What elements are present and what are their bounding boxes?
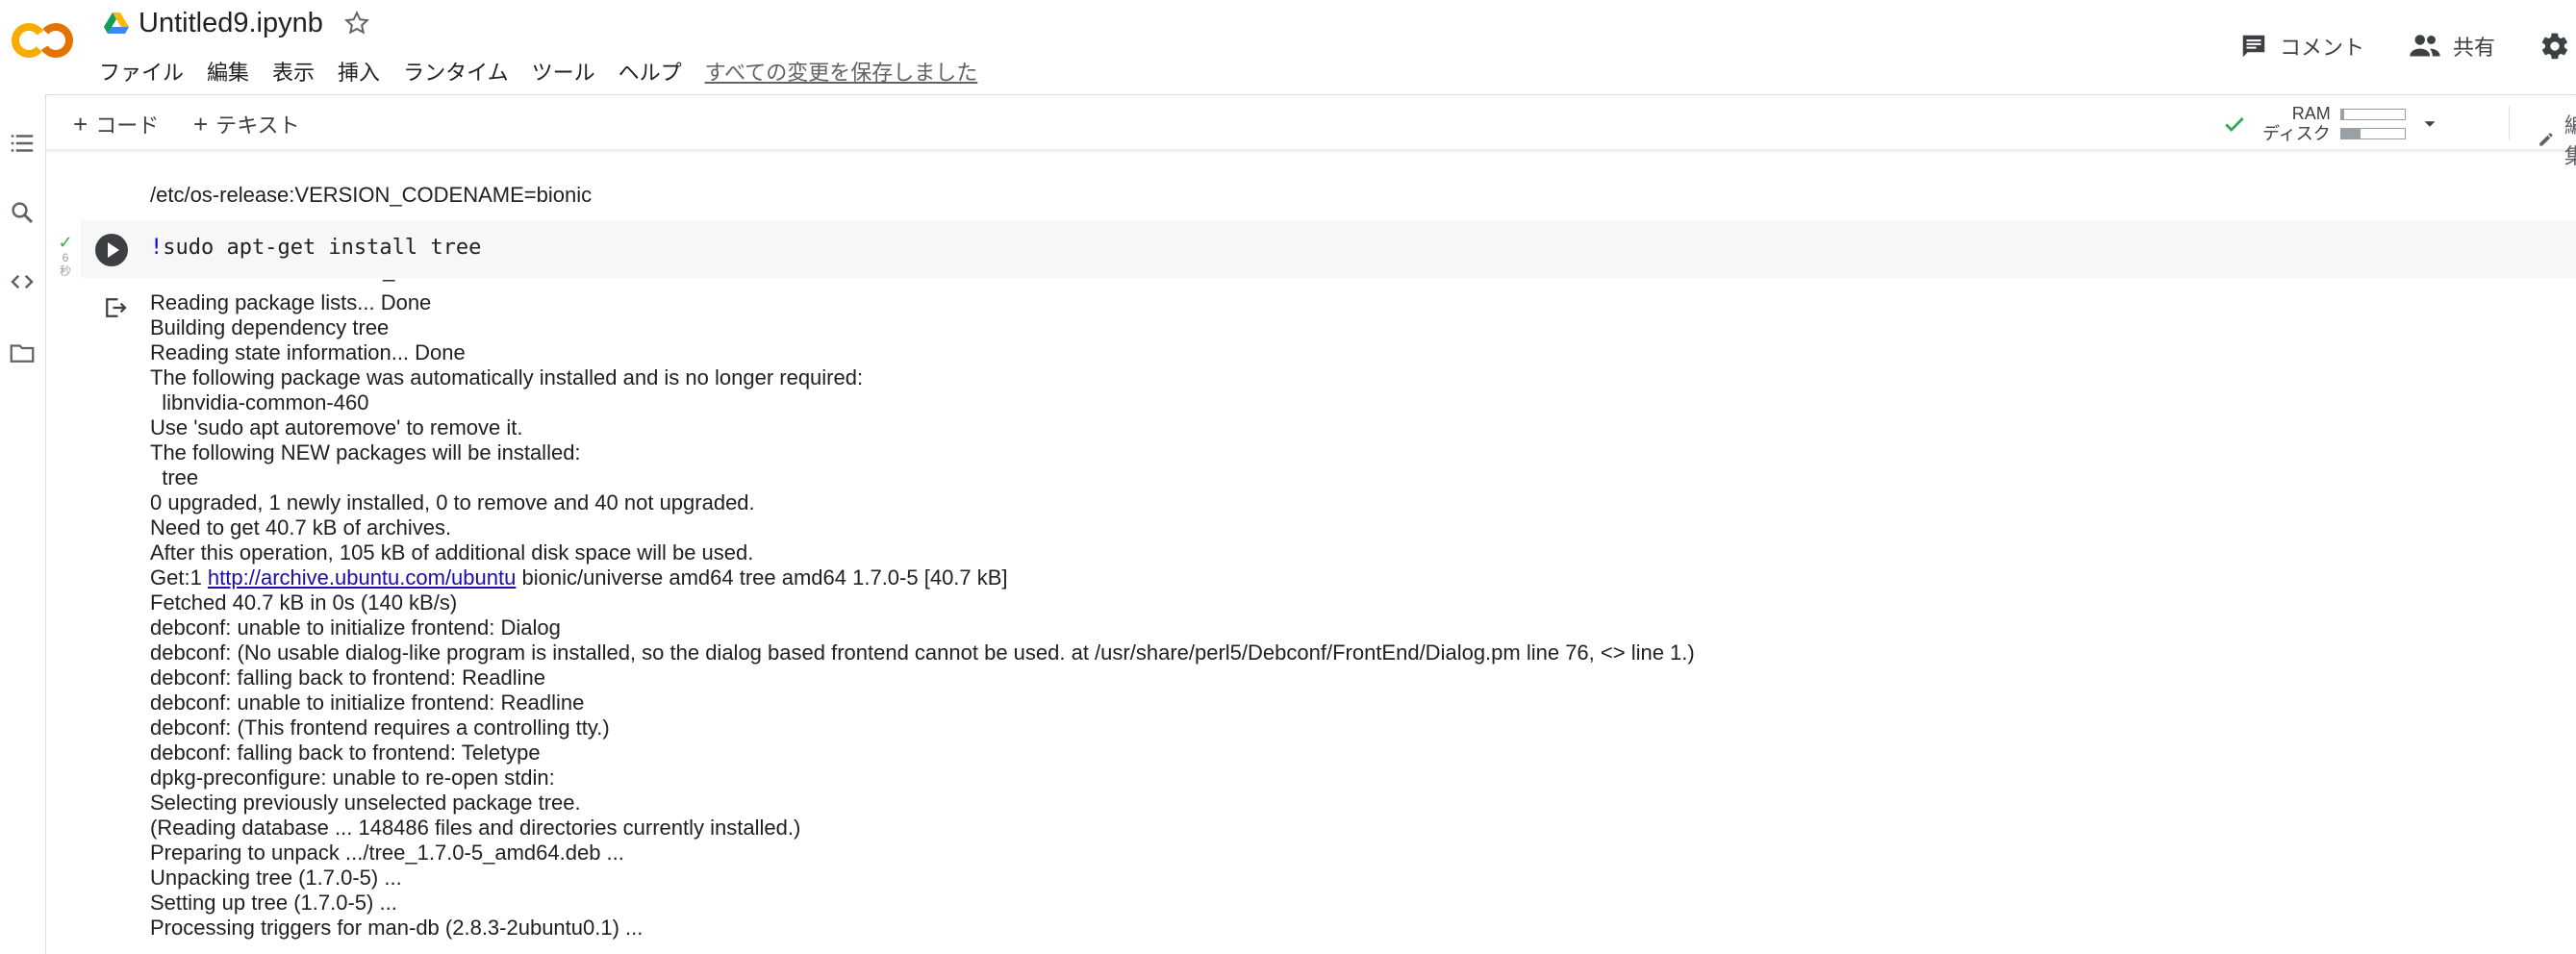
left-sidebar bbox=[0, 94, 46, 954]
comment-icon bbox=[2242, 35, 2265, 58]
output-text: bionic/universe amd64 tree amd64 1.7.0-5… bbox=[516, 565, 1008, 590]
execution-seconds: 6 bbox=[62, 251, 69, 264]
output-line: The following package was automatically … bbox=[150, 365, 864, 389]
code-snippets-icon[interactable] bbox=[8, 267, 37, 296]
output-line: libnvidia-common-460 bbox=[150, 390, 369, 414]
output-text: Get:1 bbox=[150, 565, 208, 590]
cell-output: Reading package lists... Done Building de… bbox=[150, 290, 1695, 941]
search-icon[interactable] bbox=[8, 198, 37, 227]
plus-icon: + bbox=[73, 109, 88, 138]
share-button[interactable]: 共有 bbox=[2409, 31, 2495, 62]
output-line: /etc/os-release:VERSION_CODENAME=bionic bbox=[150, 183, 593, 207]
output-line: Reading package lists... Done bbox=[150, 290, 432, 314]
run-cell-button[interactable] bbox=[95, 234, 128, 266]
output-line: debconf: falling back to frontend: Readl… bbox=[150, 665, 545, 690]
code-editor[interactable]: !sudo apt-get install tree bbox=[150, 236, 481, 260]
add-text-cell-button[interactable]: + テキスト bbox=[193, 109, 300, 139]
star-icon[interactable] bbox=[342, 9, 371, 38]
output-line: The following NEW packages will be insta… bbox=[150, 440, 581, 464]
output-line: Reading state information... Done bbox=[150, 340, 466, 364]
menu-insert[interactable]: 挿入 bbox=[338, 56, 380, 87]
header: Untitled9.ipynb ファイル 編集 表示 挿入 ランタイム ツール … bbox=[0, 0, 2576, 94]
settings-gear-icon[interactable] bbox=[2539, 31, 2570, 62]
people-icon bbox=[2410, 35, 2440, 57]
menu-help[interactable]: ヘルプ bbox=[619, 56, 682, 87]
output-line: Setting up tree (1.7.0-5) ... bbox=[150, 891, 397, 915]
notebook-toolbar: + コード + テキスト RAM ディスク 編集 bbox=[46, 94, 2576, 168]
output-line: debconf: (No usable dialog-like program … bbox=[150, 640, 1695, 665]
output-line: Get:1 http://archive.ubuntu.com/ubuntu b… bbox=[150, 565, 1695, 590]
execution-unit: 秒 bbox=[59, 264, 71, 278]
output-line: debconf: falling back to frontend: Telet… bbox=[150, 741, 541, 765]
output-line: 0 upgraded, 1 newly installed, 0 to remo… bbox=[150, 490, 755, 515]
disk-usage-bar bbox=[2339, 128, 2406, 139]
output-line: debconf: (This frontend requires a contr… bbox=[150, 716, 610, 740]
menu-runtime[interactable]: ランタイム bbox=[403, 56, 509, 87]
output-line: Building dependency tree bbox=[150, 315, 390, 339]
save-status-link[interactable]: すべての変更を保存しました bbox=[705, 56, 978, 87]
toolbar-divider bbox=[2509, 107, 2510, 139]
plus-icon: + bbox=[193, 109, 209, 138]
menu-bar: ファイル 編集 表示 挿入 ランタイム ツール ヘルプ すべての変更を保存しまし… bbox=[99, 56, 977, 87]
menu-edit[interactable]: 編集 bbox=[207, 56, 249, 87]
notebook-title[interactable]: Untitled9.ipynb bbox=[139, 8, 323, 39]
chevron-down-icon[interactable] bbox=[2419, 113, 2440, 135]
output-line: Use 'sudo apt autoremove' to remove it. bbox=[150, 415, 523, 439]
menu-file[interactable]: ファイル bbox=[99, 56, 184, 87]
output-line: Unpacking tree (1.7.0-5) ... bbox=[150, 866, 402, 890]
comment-label: コメント bbox=[2279, 36, 2364, 60]
execution-info: ✓ 6 秒 bbox=[56, 234, 75, 278]
clear-output-icon[interactable] bbox=[101, 293, 130, 322]
output-line: Processing triggers for man-db (2.8.3-2u… bbox=[150, 916, 644, 940]
menu-tools[interactable]: ツール bbox=[532, 56, 595, 87]
output-line: (Reading database ... 148486 files and d… bbox=[150, 816, 801, 840]
output-line: After this operation, 105 kB of addition… bbox=[150, 540, 754, 565]
add-code-label: コード bbox=[95, 113, 160, 138]
output-line: Fetched 40.7 kB in 0s (140 kB/s) bbox=[150, 590, 458, 615]
archive-link[interactable]: http://archive.ubuntu.com/ubuntu bbox=[208, 565, 516, 590]
output-line: Need to get 40.7 kB of archives. bbox=[150, 515, 452, 540]
notebook-content: /etc/os-release:VERSION_CODENAME=bionic … bbox=[47, 151, 2576, 954]
execution-success-icon: ✓ bbox=[58, 233, 73, 252]
comment-button[interactable]: コメント bbox=[2239, 31, 2364, 62]
menu-view[interactable]: 表示 bbox=[272, 56, 315, 87]
share-label: 共有 bbox=[2452, 36, 2495, 60]
google-drive-icon bbox=[104, 13, 129, 34]
ram-label: RAM bbox=[2291, 104, 2331, 123]
pencil-icon bbox=[2539, 133, 2553, 146]
add-code-cell-button[interactable]: + コード bbox=[73, 109, 159, 139]
disk-label: ディスク bbox=[2262, 124, 2331, 143]
output-line: Preparing to unpack .../tree_1.7.0-5_amd… bbox=[150, 841, 624, 865]
colab-logo[interactable] bbox=[10, 19, 75, 62]
add-text-label: テキスト bbox=[215, 113, 300, 138]
table-of-contents-icon[interactable] bbox=[8, 129, 37, 158]
output-line: debconf: unable to initialize frontend: … bbox=[150, 615, 561, 640]
output-line: debconf: unable to initialize frontend: … bbox=[150, 690, 585, 715]
connected-check-icon bbox=[2225, 117, 2244, 132]
code-text: sudo apt-get install tree bbox=[163, 236, 482, 260]
resource-monitor[interactable]: RAM ディスク bbox=[2222, 103, 2440, 145]
shell-bang: ! bbox=[150, 236, 164, 260]
output-line: Selecting previously unselected package … bbox=[150, 791, 581, 815]
files-folder-icon[interactable] bbox=[8, 339, 37, 367]
output-line: tree bbox=[150, 465, 199, 490]
output-line: dpkg-preconfigure: unable to re-open std… bbox=[150, 766, 555, 790]
ram-usage-bar bbox=[2339, 109, 2406, 120]
